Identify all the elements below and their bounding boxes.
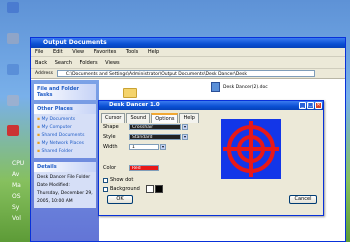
details-text: Desk Dancer File Folder Date Modified: T… xyxy=(37,175,93,204)
cancel-button[interactable]: Cancel xyxy=(289,195,317,204)
folder-icon[interactable] xyxy=(123,88,137,98)
field-label: Shape xyxy=(103,124,119,130)
tasks-panel-title[interactable]: File and Folder Tasks xyxy=(34,84,96,100)
background-checkbox[interactable] xyxy=(103,186,108,192)
field-row-color: Color Red xyxy=(103,165,159,171)
checkbox-label: Show dot xyxy=(110,177,134,183)
dialog-tabs: Cursor Sound Options Help xyxy=(101,113,200,123)
crosshair-icon xyxy=(223,121,279,177)
details-panel: Details Desk Dancer File Folder Date Mod… xyxy=(34,162,96,208)
other-places-panel: Other Places My Documents My Computer Sh… xyxy=(34,104,96,158)
menu-bar: File Edit View Favorites Tools Help xyxy=(31,48,345,57)
desktop-icon-recycle-bin[interactable] xyxy=(2,95,24,107)
other-places-title[interactable]: Other Places xyxy=(34,104,96,114)
checkbox-label: Background xyxy=(110,186,140,192)
checkbox-row-bg: Background xyxy=(103,185,163,193)
tab-options[interactable]: Options xyxy=(151,113,179,123)
window-title: Output Documents xyxy=(43,39,107,46)
menu-help[interactable]: Help xyxy=(148,49,159,55)
tab-help[interactable]: Help xyxy=(179,113,199,123)
toolbar: Back Search Folders Views xyxy=(31,57,345,69)
desk-dancer-dialog: Desk Dancer 1.0 _ □ ✕ Cursor Sound Optio… xyxy=(98,100,324,216)
field-label: Style xyxy=(103,134,116,140)
chevron-down-icon[interactable]: ▾ xyxy=(182,124,188,130)
other-place-item[interactable]: Shared Folder xyxy=(37,148,93,156)
maximize-button[interactable]: □ xyxy=(307,102,314,109)
tab-cursor[interactable]: Cursor xyxy=(101,113,126,123)
address-label: Address xyxy=(35,71,53,76)
other-place-item[interactable]: My Documents xyxy=(37,116,93,124)
file-item[interactable]: Desk Dancer(2).doc xyxy=(211,82,268,92)
network-icon xyxy=(7,64,19,75)
desktop-side-text: CPU Av Ma OS Sy Vol xyxy=(12,160,25,222)
desktop-icon-my-documents[interactable] xyxy=(2,2,24,14)
minimize-button[interactable]: _ xyxy=(299,102,306,109)
other-place-item[interactable]: My Computer xyxy=(37,124,93,132)
desktop-icon-network[interactable] xyxy=(2,64,24,76)
other-place-item[interactable]: My Network Places xyxy=(37,140,93,148)
color-swatch-black[interactable] xyxy=(154,185,163,193)
back-button[interactable]: Back xyxy=(35,60,47,66)
details-title[interactable]: Details xyxy=(34,162,96,172)
task-pane: File and Folder Tasks Other Places My Do… xyxy=(31,80,99,241)
color-field[interactable]: Red xyxy=(129,165,159,171)
computer-icon xyxy=(7,33,19,44)
chevron-down-icon[interactable]: ▾ xyxy=(160,144,166,150)
close-button[interactable]: ✕ xyxy=(315,102,322,109)
desktop-icon-my-computer[interactable] xyxy=(2,33,24,45)
dialog-title: Desk Dancer 1.0 xyxy=(109,102,160,108)
cursor-preview xyxy=(221,119,281,179)
menu-favorites[interactable]: Favorites xyxy=(94,49,117,55)
menu-file[interactable]: File xyxy=(35,49,43,55)
recycle-bin-icon xyxy=(7,95,19,106)
tasks-panel: File and Folder Tasks xyxy=(34,84,96,100)
show-dot-checkbox[interactable] xyxy=(103,177,108,183)
document-icon xyxy=(211,82,220,92)
field-row-shape: Shape Crosshair ▾ xyxy=(103,124,188,130)
field-label: Color xyxy=(103,165,117,171)
menu-view[interactable]: View xyxy=(72,49,84,55)
search-button[interactable]: Search xyxy=(55,60,72,66)
other-place-item[interactable]: Shared Documents xyxy=(37,132,93,140)
explorer-titlebar[interactable]: Output Documents xyxy=(31,38,345,48)
color-swatch-white[interactable] xyxy=(145,185,154,193)
menu-edit[interactable]: Edit xyxy=(53,49,63,55)
field-row-width: Width 1 ▾ xyxy=(103,144,166,150)
width-input[interactable]: 1 xyxy=(129,144,159,150)
file-item-label: Desk Dancer(2).doc xyxy=(223,84,268,90)
address-input[interactable]: C:\Documents and Settings\Administrator\… xyxy=(56,70,315,77)
shape-select[interactable]: Crosshair xyxy=(129,124,181,130)
field-label: Width xyxy=(103,144,118,150)
documents-icon xyxy=(7,2,19,13)
views-button[interactable]: Views xyxy=(105,60,119,66)
field-row-style: Style Standard ▾ xyxy=(103,134,188,140)
desktop-icon-sound-recorder[interactable] xyxy=(2,125,24,137)
chevron-down-icon[interactable]: ▾ xyxy=(182,134,188,140)
dialog-titlebar[interactable]: Desk Dancer 1.0 _ □ ✕ xyxy=(99,101,323,110)
checkbox-row-dot: Show dot xyxy=(103,177,133,183)
sound-recorder-icon xyxy=(7,125,19,136)
tab-sound[interactable]: Sound xyxy=(126,113,151,123)
menu-tools[interactable]: Tools xyxy=(126,49,138,55)
ok-button[interactable]: OK xyxy=(107,195,133,204)
style-select[interactable]: Standard xyxy=(129,134,181,140)
address-bar: Address C:\Documents and Settings\Admini… xyxy=(31,69,345,79)
folders-button[interactable]: Folders xyxy=(80,60,98,66)
